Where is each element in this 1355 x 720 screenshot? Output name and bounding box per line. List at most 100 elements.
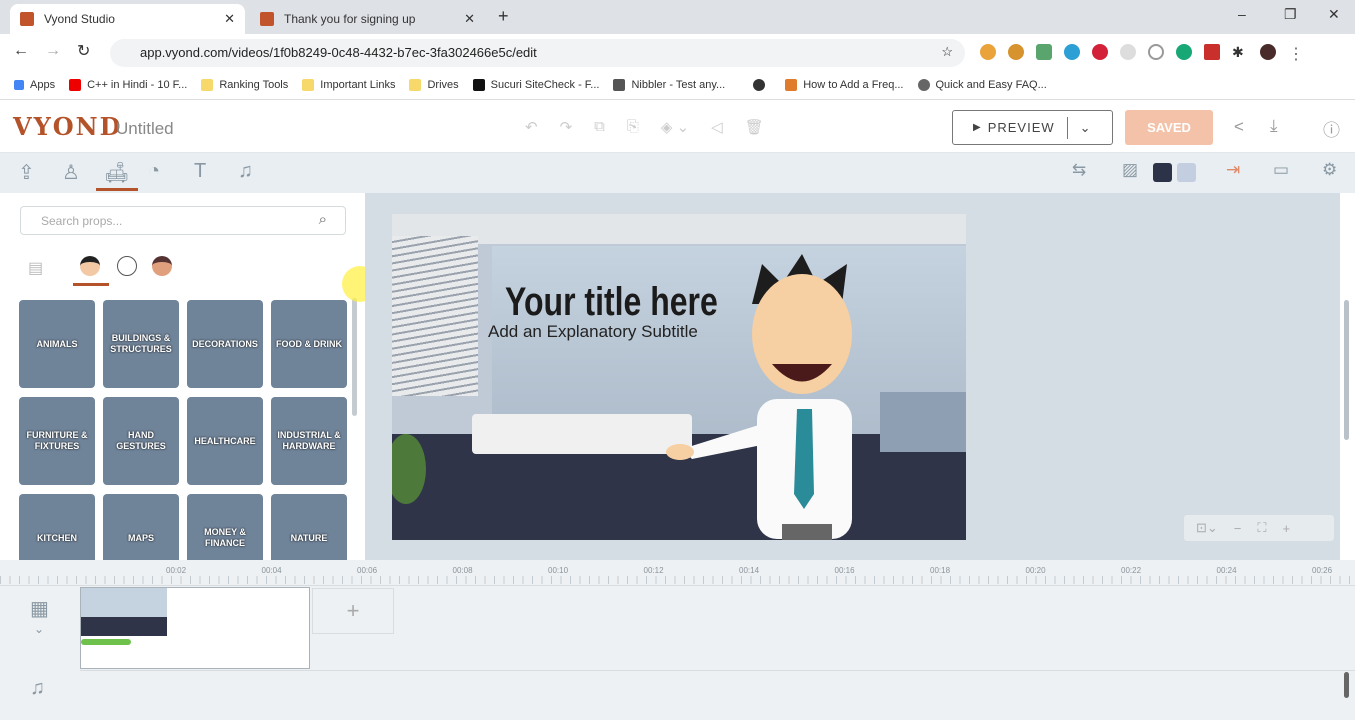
back-icon[interactable]: ← [13,42,29,60]
new-tab-button[interactable]: + [498,6,509,27]
close-tab-icon[interactable]: ✕ [224,11,235,27]
close-window-button[interactable]: ✕ [1328,6,1340,23]
scene-track-icon[interactable]: ▦ [30,596,49,621]
zoom-out-icon[interactable]: − [1234,521,1242,536]
pinterest-icon[interactable] [1092,44,1108,60]
chevron-down-icon[interactable]: ⌄ [34,622,44,636]
url-input[interactable]: app.vyond.com/videos/1f0b8249-0c48-4432-… [110,39,965,67]
enter-icon[interactable]: ⇥ [1226,160,1240,180]
grammarly-icon[interactable] [1176,44,1192,60]
businessman-character[interactable] [642,234,942,540]
undo-icon[interactable]: ↶ [525,118,538,136]
extension-icon[interactable] [980,44,996,60]
category-tile[interactable]: FURNITURE & FIXTURES [19,397,95,485]
preview-button[interactable]: ▶ PREVIEW ⌄ [952,110,1113,145]
extension-icon[interactable] [1120,44,1136,60]
close-tab-icon[interactable]: ✕ [464,11,475,27]
color-swatch-light[interactable] [1177,163,1196,182]
settings-icon[interactable]: ⚙ [1322,160,1337,180]
category-tile[interactable]: BUILDINGS & STRUCTURES [103,300,179,388]
extension-icon[interactable] [1204,44,1220,60]
category-tile[interactable]: MAPS [103,494,179,560]
category-tile[interactable]: NATURE [271,494,347,560]
category-tile[interactable]: MONEY & FINANCE [187,494,263,560]
forward-icon[interactable]: → [45,42,61,60]
category-tile[interactable]: HEALTHCARE [187,397,263,485]
video-title[interactable]: Untitled [116,119,174,139]
layers-icon[interactable]: ◈ ⌄ [661,118,689,136]
bookmark[interactable]: Quick and Easy FAQ... [917,78,1047,91]
timeline-tick-label: 00:04 [261,566,282,575]
search-props-input[interactable]: Search props... ⌕ [20,206,346,235]
copy-icon[interactable]: ⧉ [594,118,605,136]
character-icon[interactable]: ♙ [62,160,80,185]
extension-icon[interactable] [1036,44,1052,60]
bookmark[interactable]: Nibbler - Test any... [613,78,725,91]
delete-icon[interactable]: 🗑 [745,118,764,136]
bookmark[interactable]: How to Add a Freq... [785,78,904,91]
background-image-icon[interactable]: ▨ [1122,160,1138,180]
paste-icon[interactable]: ⎘ [627,118,639,136]
chevron-down-icon[interactable]: ⌄ [1080,120,1092,136]
camera-icon[interactable]: ▭ [1273,160,1289,180]
bookmark-folder[interactable]: Important Links [302,78,395,91]
bookmark-folder[interactable]: Ranking Tools [201,78,288,91]
color-swatch-dark[interactable] [1153,163,1172,182]
bookmark-apps[interactable]: Apps [14,79,55,91]
bookmark[interactable] [753,78,771,91]
share-icon[interactable]: < [1234,117,1244,137]
reload-icon[interactable]: ↻ [77,41,90,61]
profile-avatar[interactable] [1260,44,1276,60]
text-icon[interactable]: T [194,160,206,183]
redo-icon[interactable]: ↷ [560,118,573,136]
style-business-icon[interactable] [80,256,100,276]
extension-icon[interactable] [1064,44,1080,60]
category-tile[interactable]: ANIMALS [19,300,95,388]
chart-icon[interactable]: ◔ [148,160,160,183]
download-icon[interactable]: ⤓ [1270,116,1278,136]
extension-icon[interactable] [1008,44,1024,60]
stage-scrollbar[interactable] [1344,300,1349,440]
url-text: app.vyond.com/videos/1f0b8249-0c48-4432-… [140,45,537,60]
thumbnail-preview [81,588,167,636]
flip-icon[interactable]: ◁ [711,118,723,136]
saved-button[interactable]: SAVED [1125,110,1213,145]
bookmark-folder[interactable]: Drives [409,78,459,91]
fullscreen-icon[interactable]: ⛶ [1257,520,1266,536]
props-icon[interactable]: 🛋 [104,160,129,185]
menu-icon[interactable]: ⋮ [1288,44,1304,64]
upload-icon[interactable]: ⇪ [18,160,35,185]
timeline-scrollbar[interactable] [1344,672,1349,698]
bookmark[interactable]: C++ in Hindi - 10 F... [69,78,187,91]
timeline-ruler[interactable] [0,560,1355,586]
search-icon[interactable]: ⌕ [319,211,327,228]
help-icon[interactable]: ⓘ [1323,116,1340,141]
category-tile[interactable]: HAND GESTURES [103,397,179,485]
audio-track-icon[interactable]: ♫ [30,677,45,700]
bookmark-star-icon[interactable]: ☆ [941,44,953,60]
extension-icon[interactable] [1148,44,1164,60]
bookmark[interactable]: Sucuri SiteCheck - F... [472,78,599,91]
add-scene-button[interactable]: + [312,588,394,634]
category-tile[interactable]: FOOD & DRINK [271,300,347,388]
style-contemporary-icon[interactable] [152,256,172,276]
swap-icon[interactable]: ⇆ [1072,160,1086,180]
category-tile[interactable]: DECORATIONS [187,300,263,388]
fit-icon[interactable]: ⊡⌄ [1196,520,1218,536]
category-tile[interactable]: KITCHEN [19,494,95,560]
category-tile[interactable]: INDUSTRIAL & HARDWARE [271,397,347,485]
scene-canvas[interactable]: Your title here Add an Explanatory Subti… [392,214,966,540]
restore-button[interactable]: ❐ [1284,6,1297,23]
panel-scrollbar[interactable] [352,298,357,416]
zoom-in-icon[interactable]: + [1283,521,1291,536]
vyond-logo[interactable]: VYOND [13,112,122,141]
puzzle-icon[interactable]: ✱ [1232,44,1248,60]
scene-duration-bar[interactable] [81,639,131,645]
all-styles-icon[interactable]: ▤ [28,258,43,278]
scene-thumbnail[interactable] [80,587,310,669]
style-whiteboard-icon[interactable] [117,256,137,276]
tab-thank-you[interactable]: Thank you for signing up ✕ [250,4,485,34]
minimize-button[interactable]: – [1238,6,1246,22]
tab-vyond-studio[interactable]: Vyond Studio ✕ [10,4,245,34]
music-icon[interactable]: ♫ [238,160,253,183]
